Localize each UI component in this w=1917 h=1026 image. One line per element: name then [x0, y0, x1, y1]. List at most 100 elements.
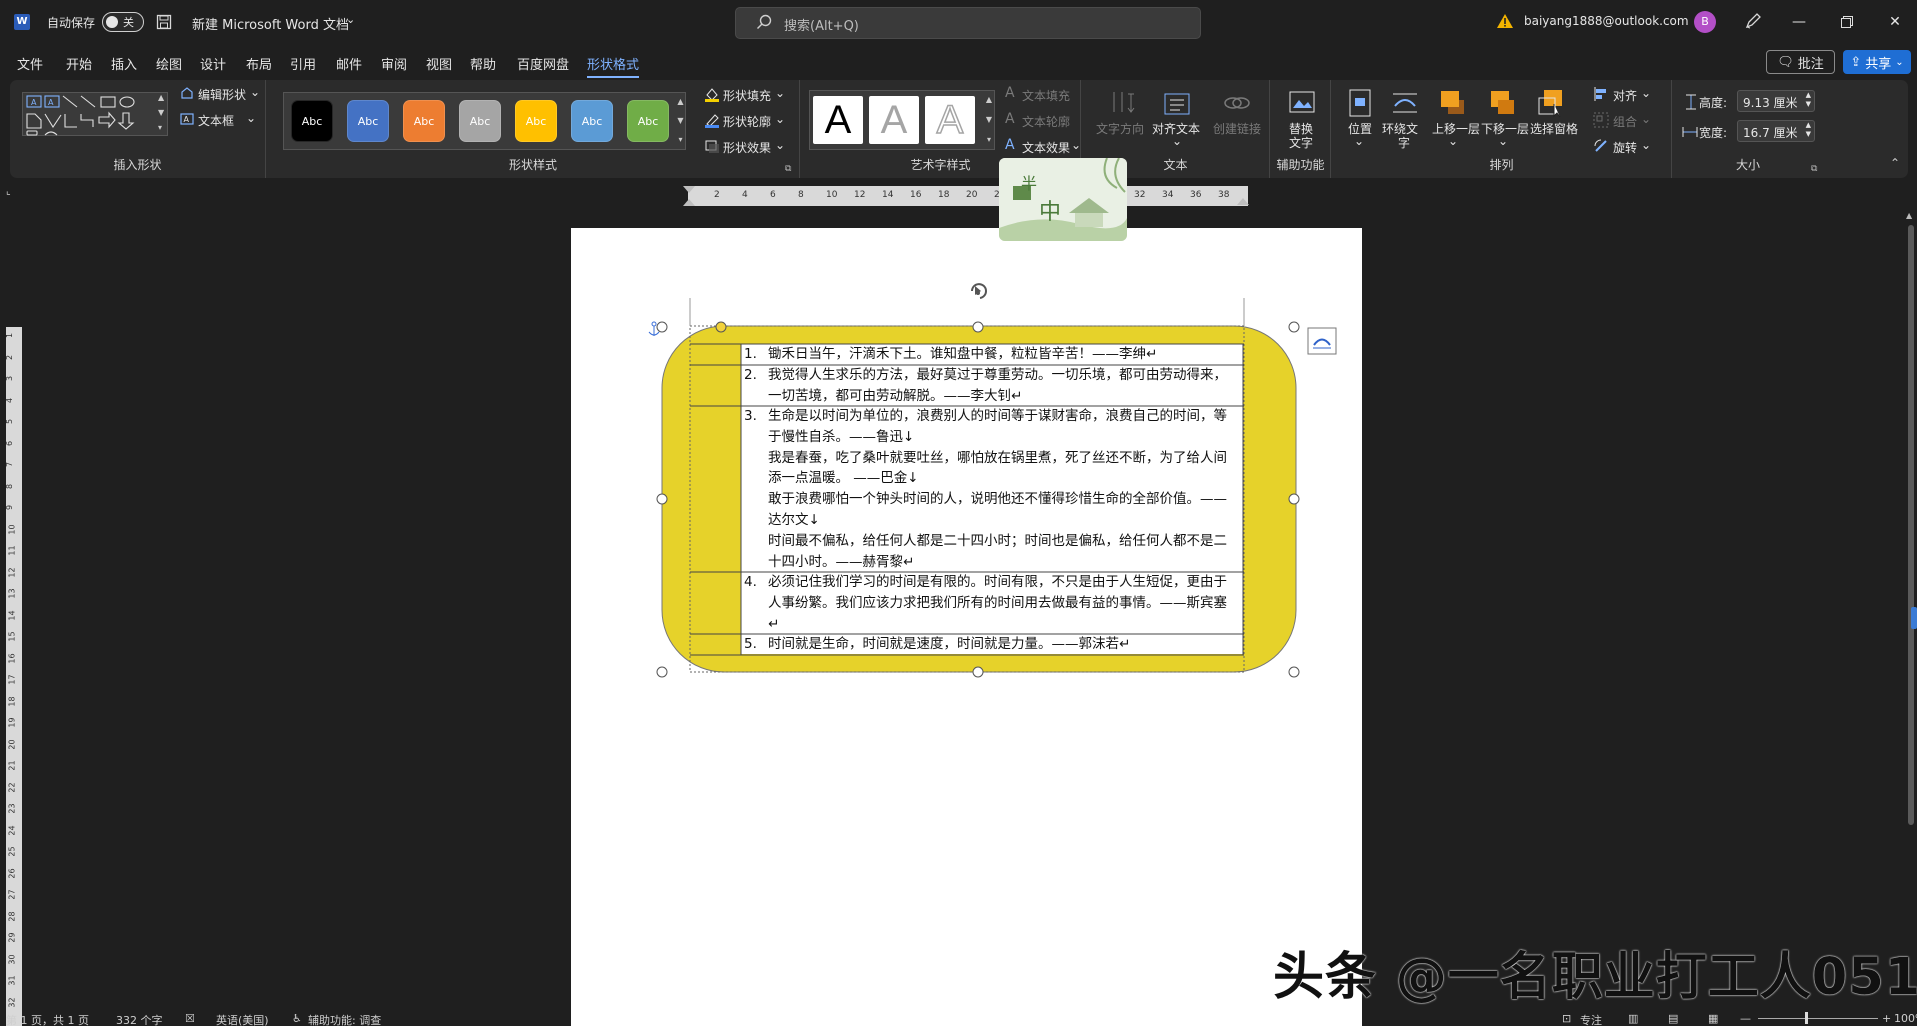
- accessibility-status[interactable]: 辅助功能: 调查: [308, 1012, 381, 1026]
- list-item-text[interactable]: 时间就是生命，时间就是速度，时间就是力量。——郭沫若↵: [768, 634, 1236, 655]
- tab-home[interactable]: 开始: [66, 54, 92, 73]
- send-backward-chevron-icon[interactable]: ⌄: [1498, 134, 1508, 148]
- word-count[interactable]: 332 个字: [116, 1012, 163, 1026]
- collapse-ribbon-icon[interactable]: ⌃: [1890, 156, 1900, 170]
- zoom-level[interactable]: 100%: [1894, 1012, 1917, 1025]
- list-item[interactable]: 5. 时间就是生命，时间就是速度，时间就是力量。——郭沫若↵: [736, 634, 1236, 655]
- zoom-in-icon[interactable]: +: [1882, 1012, 1891, 1025]
- position-chevron-icon[interactable]: ⌄: [1354, 134, 1364, 148]
- list-item-text[interactable]: 我觉得人生求乐的方法，最好莫过于尊重劳动。一切乐境，都可由劳动得来，一切苦境，都…: [768, 365, 1236, 407]
- account-email[interactable]: baiyang1888@outlook.com: [1524, 14, 1689, 28]
- tab-design[interactable]: 设计: [200, 54, 226, 73]
- tab-help[interactable]: 帮助: [470, 54, 496, 73]
- focus-mode[interactable]: 专注: [1580, 1012, 1602, 1026]
- list-item[interactable]: 4. 必须记住我们学习的时间是有限的。时间有限，不只是由于人生短促，更由于人事纷…: [736, 572, 1236, 634]
- tab-layout[interactable]: 布局: [246, 54, 272, 73]
- proofing-icon[interactable]: ☒: [185, 1012, 195, 1025]
- scroll-up-icon[interactable]: ▲: [1906, 211, 1912, 220]
- selection-pane-button[interactable]: 选择窗格: [1530, 120, 1578, 137]
- wrap-text-button-line2[interactable]: 字: [1398, 134, 1410, 151]
- group-button[interactable]: 组合: [1613, 113, 1637, 130]
- web-layout-icon[interactable]: ▦: [1708, 1012, 1718, 1025]
- width-input[interactable]: 16.7 厘米 ▲ ▼: [1737, 120, 1815, 142]
- autosave-toggle[interactable]: 关: [102, 12, 144, 32]
- align-text-chevron-icon[interactable]: ⌄: [1172, 134, 1182, 148]
- read-mode-icon[interactable]: ▥: [1628, 1012, 1638, 1025]
- close-button[interactable]: ✕: [1872, 0, 1917, 44]
- shape-fill-chevron-icon[interactable]: ⌄: [775, 86, 785, 100]
- tab-shape-format[interactable]: 形状格式: [587, 54, 640, 78]
- text-fill-button[interactable]: 文本填充: [1022, 87, 1070, 104]
- tab-insert[interactable]: 插入: [111, 54, 137, 73]
- tab-draw[interactable]: 绘图: [156, 54, 182, 73]
- wordart-style-3[interactable]: A: [925, 96, 975, 144]
- save-icon[interactable]: [156, 14, 172, 30]
- tab-file[interactable]: 文件: [17, 54, 43, 73]
- tab-selector-icon[interactable]: ⌞: [6, 186, 20, 200]
- tab-baidu-netdisk[interactable]: 百度网盘: [517, 54, 569, 73]
- edit-shape-chevron-icon[interactable]: ⌄: [250, 85, 260, 99]
- tab-view[interactable]: 视图: [426, 54, 452, 73]
- bring-forward-chevron-icon[interactable]: ⌄: [1448, 134, 1458, 148]
- shape-style-scroll[interactable]: ▲ ▼ ▾: [675, 92, 686, 150]
- title-chevron-down-icon[interactable]: ⌄: [346, 13, 355, 26]
- align-chevron-icon[interactable]: ⌄: [1641, 86, 1651, 100]
- scrollbar-thumb[interactable]: [1908, 225, 1914, 825]
- width-spinner-icon[interactable]: ▲ ▼: [1806, 121, 1811, 139]
- shape-style-swatch-7[interactable]: Abc: [627, 100, 669, 142]
- share-button[interactable]: ⇪ 共享 ⌄: [1843, 50, 1911, 74]
- list-item-text[interactable]: 时间最不偏私，给任何人都是二十四小时；时间也是偏私，给任何人都不是二十四小时。—…: [768, 531, 1236, 573]
- warning-icon[interactable]: [1496, 13, 1514, 29]
- list-item[interactable]: 2. 我觉得人生求乐的方法，最好莫过于尊重劳动。一切乐境，都可由劳动得来，一切苦…: [736, 365, 1236, 406]
- shape-effect-chevron-icon[interactable]: ⌄: [775, 138, 785, 152]
- height-spinner-icon[interactable]: ▲ ▼: [1806, 91, 1811, 109]
- tab-review[interactable]: 审阅: [381, 54, 407, 73]
- vertical-scrollbar[interactable]: ▲: [1905, 207, 1917, 1026]
- list-item-text[interactable]: 必须记住我们学习的时间是有限的。时间有限，不只是由于人生短促，更由于人事纷繁。我…: [768, 572, 1236, 634]
- restore-button[interactable]: [1824, 0, 1870, 44]
- shape-gallery-scroll[interactable]: ▲ ▼ ▾: [158, 90, 168, 138]
- alt-text-button-line2[interactable]: 文字: [1289, 134, 1313, 151]
- rotate-button[interactable]: 旋转: [1613, 139, 1637, 156]
- wordart-scroll[interactable]: ▲ ▼ ▾: [983, 90, 995, 150]
- zoom-out-icon[interactable]: —: [1740, 1012, 1751, 1025]
- shape-fill-button[interactable]: 形状填充: [723, 87, 771, 104]
- zoom-slider[interactable]: [1758, 1018, 1878, 1019]
- shape-outline-chevron-icon[interactable]: ⌄: [775, 112, 785, 126]
- numbered-list[interactable]: 1. 锄禾日当午，汗滴禾下土。谁知盘中餐，粒粒皆辛苦！——李绅↵ 2. 我觉得人…: [736, 344, 1236, 655]
- zoom-slider-thumb[interactable]: [1805, 1012, 1808, 1024]
- document-title[interactable]: 新建 Microsoft Word 文档: [192, 14, 349, 33]
- list-item-text[interactable]: 锄禾日当午，汗滴禾下土。谁知盘中餐，粒粒皆辛苦！——李绅↵: [768, 344, 1236, 365]
- align-button[interactable]: 对齐: [1613, 87, 1637, 104]
- create-link-button[interactable]: 创建链接: [1213, 120, 1261, 137]
- comment-button[interactable]: 🗨 批注: [1766, 50, 1835, 74]
- shape-effect-button[interactable]: 形状效果: [723, 139, 771, 156]
- language[interactable]: 英语(美国): [216, 1012, 269, 1026]
- text-outline-button[interactable]: 文本轮廓: [1022, 113, 1070, 130]
- text-effect-button[interactable]: 文本效果: [1022, 139, 1070, 156]
- text-direction-button[interactable]: 文字方向: [1096, 120, 1144, 137]
- left-indent-marker-icon[interactable]: [682, 186, 696, 208]
- pen-icon[interactable]: [1744, 12, 1762, 30]
- vertical-ruler[interactable]: 1 2 3 4 5 6 7 8 9 10 11 12 13 14 15 16 17 18 19 20 21 22 23 24 2…: [0, 215, 28, 1026]
- tab-references[interactable]: 引用: [290, 54, 316, 73]
- shape-outline-button[interactable]: 形状轮廓: [723, 113, 771, 130]
- list-item-text[interactable]: 生命是以时间为单位的，浪费别人的时间等于谋财害命，浪费自己的时间，等于慢性自杀。…: [768, 406, 1236, 448]
- wordart-style-2[interactable]: A: [869, 96, 919, 144]
- text-box-chevron-icon[interactable]: ⌄: [246, 111, 256, 125]
- height-input[interactable]: 9.13 厘米 ▲ ▼: [1737, 90, 1815, 112]
- list-item-text[interactable]: 敢于浪费哪怕一个钟头时间的人，说明他还不懂得珍惜生命的全部价值。——达尔文↓: [768, 489, 1236, 531]
- horizontal-ruler[interactable]: 2468101214161820222426283032343638: [28, 186, 1917, 206]
- shape-gallery[interactable]: A A: [22, 92, 168, 136]
- text-box-button[interactable]: 文本框: [198, 112, 234, 129]
- shape-style-swatch-2[interactable]: Abc: [347, 100, 389, 142]
- list-item[interactable]: 1. 锄禾日当午，汗滴禾下土。谁知盘中餐，粒粒皆辛苦！——李绅↵: [736, 344, 1236, 365]
- search-box[interactable]: 搜索(Alt+Q): [735, 7, 1201, 39]
- edit-shape-button[interactable]: 编辑形状: [198, 86, 246, 103]
- text-effect-chevron-icon[interactable]: ⌄: [1071, 138, 1081, 152]
- wordart-style-1[interactable]: A: [813, 96, 863, 144]
- avatar[interactable]: B: [1694, 11, 1716, 33]
- list-item[interactable]: 3. 生命是以时间为单位的，浪费别人的时间等于谋财害命，浪费自己的时间，等于慢性…: [736, 406, 1236, 572]
- right-indent-marker-icon[interactable]: [1236, 192, 1250, 206]
- minimize-button[interactable]: —: [1776, 0, 1822, 44]
